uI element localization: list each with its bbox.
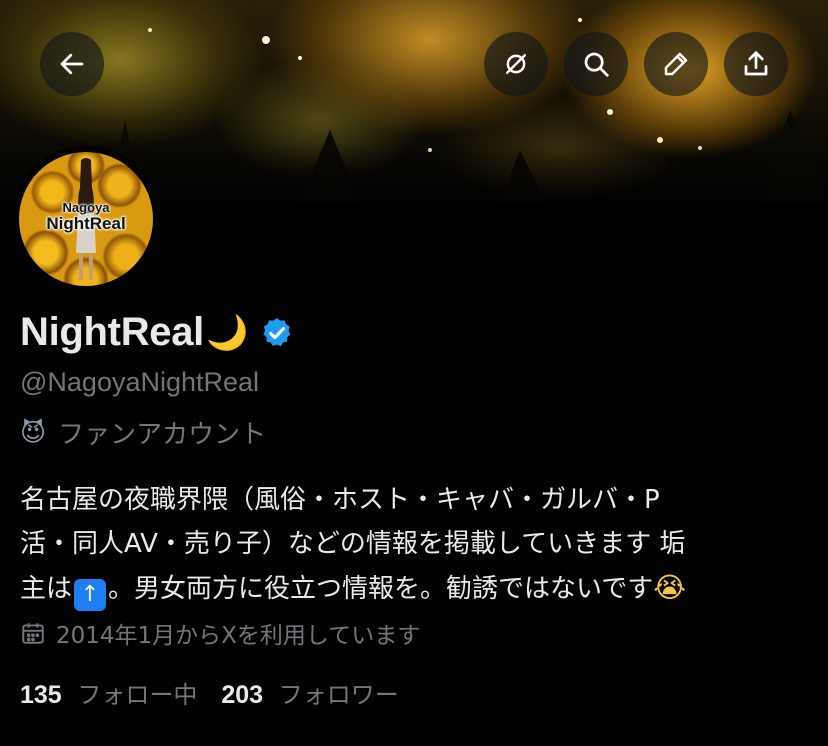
profile-bio: 名古屋の夜職界隈（風俗・ホスト・キャバ・ガルバ・P 活・同人AV・売り子）などの… — [20, 478, 810, 611]
following-count: 135 — [20, 681, 62, 709]
share-icon — [744, 51, 768, 76]
edit-button[interactable] — [644, 32, 708, 96]
verified-badge-icon[interactable] — [260, 316, 294, 350]
join-date: 2014年1月からXを利用しています — [20, 616, 420, 650]
avatar-text-top: Nagoya — [62, 200, 110, 215]
followers-link[interactable]: 203 フォロワー — [221, 675, 422, 710]
grok-icon — [506, 54, 526, 74]
following-label: フォロー中 — [77, 681, 198, 709]
join-date-text: 2014年1月からXを利用しています — [56, 623, 421, 649]
category-label: ファンアカウント — [58, 420, 267, 450]
profile-category: 😈 ファンアカウント — [20, 414, 266, 451]
bio-line-3-end: 。男女両方に役立つ情報を。勧誘ではないです — [108, 574, 654, 604]
bio-line-1: 名古屋の夜職界隈（風俗・ホスト・キャバ・ガルバ・P — [20, 485, 660, 515]
back-button[interactable] — [40, 32, 104, 96]
following-link[interactable]: 135 フォロー中 — [20, 675, 221, 710]
search-icon — [584, 52, 609, 77]
user-handle: @NagoyaNightReal — [20, 367, 260, 397]
bio-line-2: 活・同人AV・売り子）などの情報を掲載していきます 垢 — [20, 529, 686, 559]
crescent-moon-icon: 🌙 — [205, 312, 249, 353]
share-button[interactable] — [724, 32, 788, 96]
avatar[interactable]: Nagoya NightReal — [13, 146, 159, 292]
pencil-icon — [664, 52, 688, 76]
crying-face-icon: 😭 — [653, 571, 686, 604]
follow-stats: 135 フォロー中 203 フォロワー — [20, 675, 423, 710]
display-name: NightReal — [20, 310, 204, 354]
bio-line-3-start: 主は — [20, 574, 73, 604]
followers-count: 203 — [221, 681, 264, 709]
bio-line-3: 主は ↑ 。男女両方に役立つ情報を。勧誘ではないです😭 — [20, 566, 810, 611]
up-arrow-badge-icon: ↑ — [74, 579, 107, 611]
devil-mask-icon: 😈 — [20, 418, 47, 447]
avatar-text-main: NightReal — [46, 214, 126, 233]
display-name-row: NightReal 🌙 — [20, 310, 294, 355]
grok-button[interactable] — [484, 32, 548, 96]
avatar-image: Nagoya NightReal — [19, 152, 153, 286]
calendar-icon — [22, 623, 44, 644]
search-button[interactable] — [564, 32, 628, 96]
followers-label: フォロワー — [278, 681, 399, 709]
arrow-left-icon — [60, 53, 84, 75]
